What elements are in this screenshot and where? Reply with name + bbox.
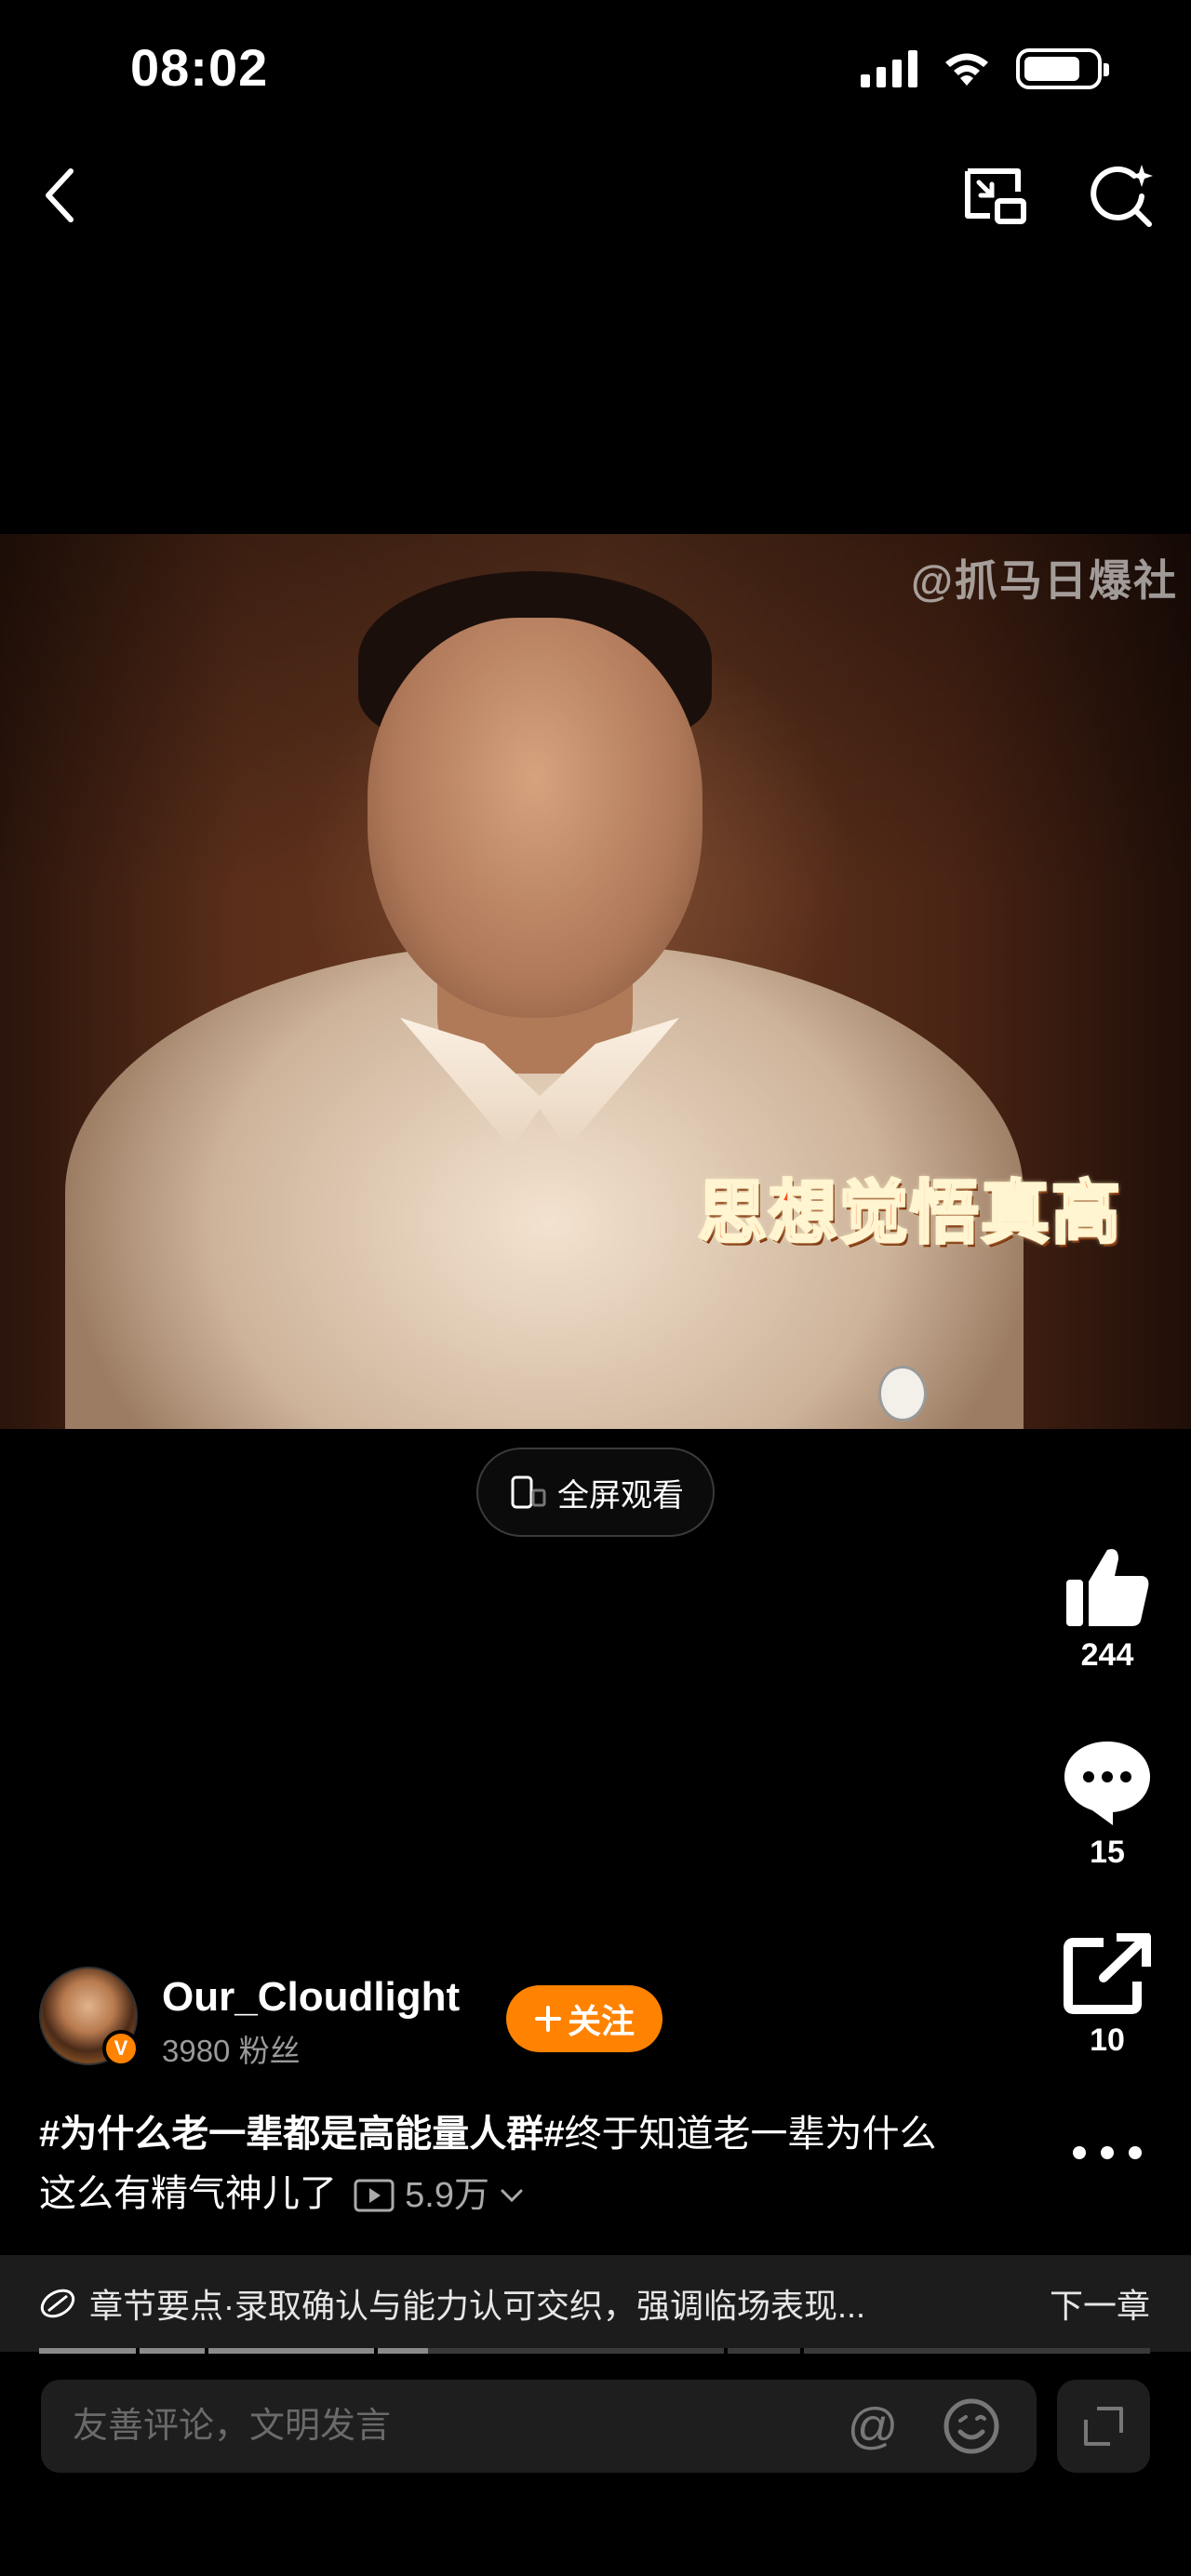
chapter-marker (374, 2348, 378, 2354)
comment-box[interactable]: @ (41, 2380, 1037, 2473)
status-icons (861, 48, 1109, 89)
mention-at-icon[interactable]: @ (843, 2396, 903, 2456)
play-box-icon (354, 2179, 395, 2212)
playback-progress-fill (39, 2348, 428, 2354)
chapter-marker (136, 2348, 140, 2354)
video-caption: 思想觉悟真高 (697, 1173, 1122, 1253)
video-figure-face (368, 618, 703, 1018)
comment-button[interactable]: 15 (1051, 1738, 1163, 1871)
status-time: 08:02 (130, 38, 269, 97)
share-icon (1064, 1933, 1151, 2014)
comment-count: 15 (1090, 1835, 1125, 1870)
more-dots-icon (1073, 2146, 1142, 2159)
status-bar: 08:02 (0, 0, 1191, 140)
fans-count: 3980 粉丝 (162, 2034, 301, 2068)
back-chevron-icon (46, 168, 74, 222)
author-row: V Our_Cloudlight 3980 粉丝 关注 (39, 1967, 746, 2069)
picture-in-picture-icon (965, 168, 1026, 224)
share-button[interactable]: 10 (1051, 1933, 1163, 2059)
hashtag[interactable]: #为什么老一辈都是高能量人群# (39, 2114, 565, 2155)
picture-in-picture-button[interactable] (958, 158, 1033, 233)
chapter-marker (800, 2348, 804, 2354)
expand-comments-button[interactable] (1057, 2380, 1150, 2473)
top-nav (0, 149, 1191, 242)
video-corner-logo (878, 1366, 927, 1421)
chapter-bar[interactable]: 章节要点·录取确认与能力认可交织，强调临场表现... 下一章 (0, 2255, 1191, 2352)
comment-input[interactable] (73, 2400, 836, 2452)
view-count-value: 5.9万 (405, 2176, 489, 2216)
wifi-icon (945, 53, 988, 86)
phone-rotate-icon (511, 1475, 546, 1509)
thumbs-up-icon (1066, 1549, 1149, 1626)
cellular-signal-icon (861, 50, 917, 87)
ai-search-button[interactable] (1085, 158, 1159, 233)
plus-icon (534, 2006, 561, 2032)
emoji-icon[interactable] (942, 2396, 1001, 2456)
video-player[interactable]: @抓马日爆社 思想觉悟真高 (0, 534, 1191, 1429)
follow-button[interactable]: 关注 (506, 1985, 662, 2052)
follow-label: 关注 (567, 2002, 635, 2040)
video-watermark: @抓马日爆社 (911, 556, 1178, 605)
battery-icon (1016, 48, 1109, 89)
chevron-down-icon (501, 2189, 523, 2203)
chapter-ai-icon (40, 2289, 75, 2318)
view-count[interactable]: 5.9万 (353, 2166, 525, 2225)
chapter-marker (724, 2348, 728, 2354)
like-count: 244 (1080, 1637, 1134, 1673)
chapter-marker (205, 2348, 208, 2354)
video-description: #为什么老一辈都是高能量人群#终于知道老一辈为什么这么有精气神儿了 5.9万 (39, 2104, 951, 2225)
expand-icon (1084, 2407, 1123, 2446)
fullscreen-button[interactable]: 全屏观看 (476, 1448, 715, 1537)
share-count: 10 (1090, 2022, 1125, 2058)
playback-progress-bar[interactable] (39, 2348, 1150, 2354)
back-button[interactable] (32, 158, 87, 233)
fullscreen-label: 全屏观看 (557, 1477, 684, 1514)
ai-search-icon (1091, 165, 1153, 227)
comment-bubble-icon (1064, 1742, 1150, 1825)
next-chapter-button[interactable]: 下一章 (1050, 2279, 1150, 2328)
author-name[interactable]: Our_Cloudlight (162, 1974, 460, 2021)
like-button[interactable]: 244 (1051, 1544, 1163, 1674)
chapter-summary: 章节要点·录取确认与能力认可交织，强调临场表现... (89, 2287, 865, 2325)
more-button[interactable] (1051, 2140, 1163, 2166)
verified-badge-icon: V (102, 2030, 140, 2067)
